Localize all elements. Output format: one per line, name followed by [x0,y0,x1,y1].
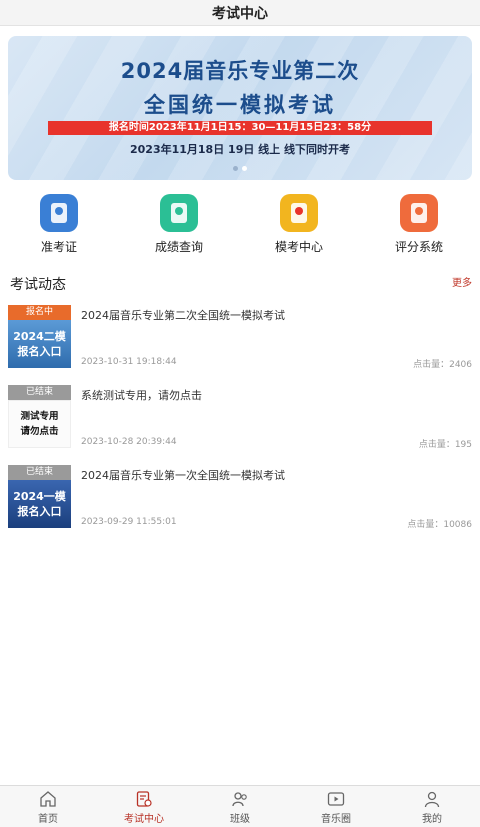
grading-system-icon [400,194,438,232]
tab-exam-center[interactable]: 考试中心 [96,790,192,825]
music-circle-icon [327,790,345,808]
thumbnail-text: 2024二模 [13,330,66,343]
bottom-tab-bar: 首页 考试中心 班级 音乐圈 我的 [0,785,480,827]
exam-views: 点击量：195 [418,440,472,450]
carousel-dot-1[interactable] [233,166,238,171]
exam-thumbnail: 报名中 2024二模 报名入口 [8,305,71,368]
exam-thumbnail: 已结束 2024一模 报名入口 [8,465,71,528]
exam-list-item[interactable]: 报名中 2024二模 报名入口 2024届音乐专业第二次全国统一模拟考试 202… [8,305,472,371]
shortcut-label: 成绩查询 [154,240,203,254]
exam-list-item[interactable]: 已结束 测试专用 请勿点击 系统测试专用，请勿点击 2023-10-28 20:… [8,385,472,451]
exam-center-icon [135,790,153,808]
status-badge: 报名中 [8,305,71,320]
thumbnail-text: 测试专用 [20,411,59,422]
admission-ticket-icon [40,194,78,232]
tab-music-circle[interactable]: 音乐圈 [288,790,384,825]
exam-list-item[interactable]: 已结束 2024一模 报名入口 2024届音乐专业第一次全国统一模拟考试 202… [8,465,472,531]
exam-date: 2023-10-31 19:18:44 [81,357,177,367]
home-icon [39,790,57,808]
exam-news-header: 考试动态 更多 [10,274,472,294]
exam-thumbnail: 已结束 测试专用 请勿点击 [8,385,71,448]
top-bar: 考试中心 [0,0,480,26]
shortcut-grading-system[interactable]: 评分系统 [379,194,459,255]
shortcut-label: 准考证 [40,240,77,254]
class-icon [231,790,249,808]
banner-exam-time: 2023年11月18日 19日 线上 线下同时开考 [129,143,351,156]
exam-title: 系统测试专用，请勿点击 [81,389,202,402]
tab-home[interactable]: 首页 [0,790,96,825]
thumbnail-text: 报名入口 [17,345,62,358]
profile-icon [423,790,441,808]
score-query-icon [160,194,198,232]
carousel-dot-2[interactable] [242,166,247,171]
thumbnail-text: 报名入口 [17,505,62,518]
carousel-dots [8,166,472,171]
exam-date: 2023-10-28 20:39:44 [81,437,177,447]
exam-date: 2023-09-29 11:55:01 [81,517,177,527]
tab-class[interactable]: 班级 [192,790,288,825]
thumbnail-text: 请勿点击 [20,426,59,437]
exam-views: 点击量：10086 [407,520,472,530]
exam-title: 2024届音乐专业第一次全国统一模拟考试 [81,469,285,482]
shortcut-score-query[interactable]: 成绩查询 [139,194,219,255]
tab-label: 我的 [422,814,442,825]
tab-label: 首页 [38,814,58,825]
promo-banner[interactable]: 2024届音乐专业第二次 全国统一模拟考试 报名时间2023年11月1日15：3… [8,36,472,180]
shortcut-label: 模考中心 [274,240,323,254]
tab-label: 音乐圈 [321,814,351,825]
shortcut-mock-exam[interactable]: 模考中心 [259,194,339,255]
shortcut-grid: 准考证 成绩查询 模考中心 评分系统 [0,194,480,256]
mock-exam-icon [280,194,318,232]
exam-views: 点击量：2406 [413,360,472,370]
tab-label: 班级 [230,814,250,825]
status-badge: 已结束 [8,465,71,480]
exam-title: 2024届音乐专业第二次全国统一模拟考试 [81,309,285,322]
thumbnail-text: 2024一模 [13,490,66,503]
page-title: 考试中心 [212,5,268,22]
shortcut-admission-ticket[interactable]: 准考证 [19,194,99,255]
more-link[interactable]: 更多 [452,274,472,289]
banner-registration-time: 报名时间2023年11月1日15：30—11月15日23：58分 [48,121,432,135]
tab-label: 考试中心 [124,814,164,825]
banner-title-line1: 2024届音乐专业第二次 [120,59,360,83]
banner-title-line2: 全国统一模拟考试 [144,93,336,117]
shortcut-label: 评分系统 [394,240,443,254]
status-badge: 已结束 [8,385,71,400]
section-title: 考试动态 [10,277,66,293]
tab-profile[interactable]: 我的 [384,790,480,825]
